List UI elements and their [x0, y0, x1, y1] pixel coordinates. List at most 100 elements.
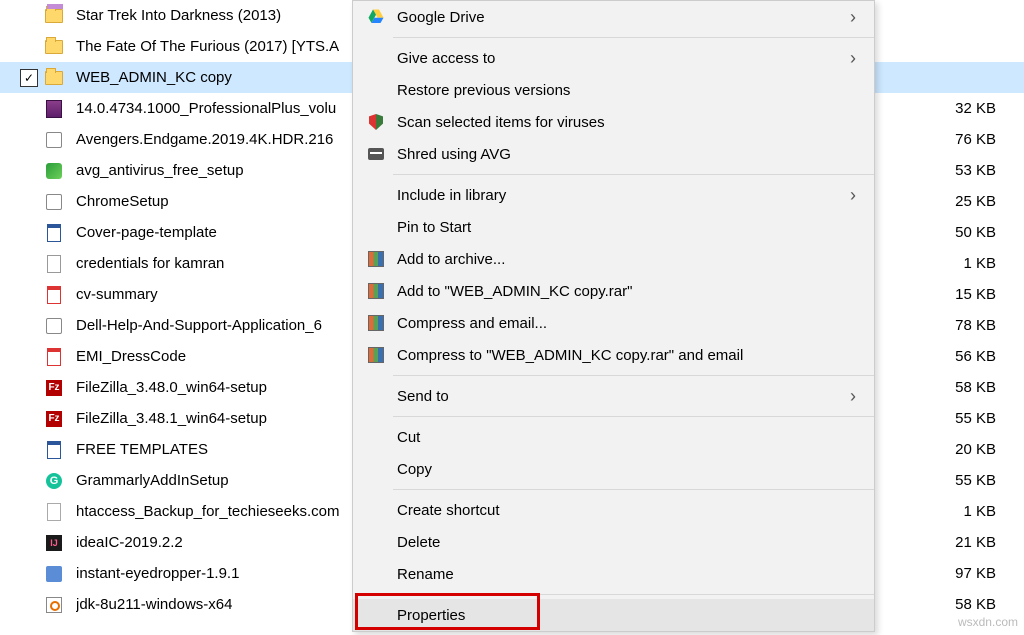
menu-label: Compress and email... [397, 315, 547, 332]
app-icon [44, 316, 64, 336]
chevron-right-icon: › [850, 185, 856, 206]
books-icon [365, 248, 387, 270]
blank-icon [365, 216, 387, 238]
pdf-icon [44, 347, 64, 367]
menu-scan-viruses[interactable]: Scan selected items for viruses [353, 106, 874, 138]
file-name: htaccess_Backup_for_techieseeks.com [76, 503, 339, 520]
menu-label: Add to archive... [397, 251, 505, 268]
file-size [926, 31, 996, 62]
menu-restore-previous[interactable]: Restore previous versions [353, 74, 874, 106]
file-name: ideaIC-2019.2.2 [76, 534, 183, 551]
menu-label: Give access to [397, 50, 495, 67]
menu-compress-email[interactable]: Compress and email... [353, 307, 874, 339]
file-size: 55 KB [926, 403, 996, 434]
menu-label: Compress to "WEB_ADMIN_KC copy.rar" and … [397, 347, 743, 364]
books-icon [365, 344, 387, 366]
menu-add-to-rar[interactable]: Add to "WEB_ADMIN_KC copy.rar" [353, 275, 874, 307]
chevron-right-icon: › [850, 7, 856, 28]
blank-icon [365, 385, 387, 407]
blank-icon [365, 184, 387, 206]
menu-label: Restore previous versions [397, 82, 570, 99]
file-size: 15 KB [926, 279, 996, 310]
file-name: ChromeSetup [76, 193, 169, 210]
file-name: jdk-8u211-windows-x64 [76, 596, 232, 613]
file-size: 20 KB [926, 434, 996, 465]
menu-label: Pin to Start [397, 219, 471, 236]
file-size: 50 KB [926, 217, 996, 248]
rar-icon [44, 99, 64, 119]
menu-label: Delete [397, 534, 440, 551]
file-size [926, 62, 996, 93]
menu-label: Rename [397, 566, 454, 583]
eye-icon [44, 564, 64, 584]
file-size: 56 KB [926, 341, 996, 372]
doc-icon [44, 440, 64, 460]
blank-icon [365, 426, 387, 448]
shield-icon [365, 111, 387, 133]
menu-label: Shred using AVG [397, 146, 511, 163]
menu-add-archive[interactable]: Add to archive... [353, 243, 874, 275]
menu-create-shortcut[interactable]: Create shortcut [353, 494, 874, 526]
menu-rename[interactable]: Rename [353, 558, 874, 590]
file-name: credentials for kamran [76, 255, 224, 272]
java-icon [44, 595, 64, 615]
menu-give-access[interactable]: Give access to › [353, 42, 874, 74]
menu-cut[interactable]: Cut [353, 421, 874, 453]
folder-icon [44, 37, 64, 57]
blank-icon [365, 47, 387, 69]
avg-icon [44, 161, 64, 181]
pdf-icon [44, 285, 64, 305]
file-size: 97 KB [926, 558, 996, 589]
menu-separator [393, 489, 874, 490]
file-size: 32 KB [926, 93, 996, 124]
context-menu: Google Drive › Give access to › Restore … [352, 0, 875, 632]
menu-delete[interactable]: Delete [353, 526, 874, 558]
chevron-right-icon: › [850, 386, 856, 407]
file-name: cv-summary [76, 286, 158, 303]
app-icon [44, 192, 64, 212]
menu-send-to[interactable]: Send to › [353, 380, 874, 412]
file-size: 78 KB [926, 310, 996, 341]
menu-separator [393, 594, 874, 595]
watermark: wsxdn.com [958, 615, 1018, 629]
checkbox[interactable]: ✓ [20, 69, 38, 87]
menu-label: Include in library [397, 187, 506, 204]
menu-copy[interactable]: Copy [353, 453, 874, 485]
size-column: 32 KB76 KB53 KB25 KB50 KB1 KB15 KB78 KB5… [926, 0, 996, 620]
menu-shred-avg[interactable]: Shred using AVG [353, 138, 874, 170]
menu-separator [393, 37, 874, 38]
file-size: 58 KB [926, 372, 996, 403]
books-icon [365, 280, 387, 302]
shredder-icon [365, 143, 387, 165]
menu-google-drive[interactable]: Google Drive › [353, 1, 874, 33]
menu-compress-to-email[interactable]: Compress to "WEB_ADMIN_KC copy.rar" and … [353, 339, 874, 371]
file-size: 76 KB [926, 124, 996, 155]
menu-label: Send to [397, 388, 449, 405]
file-name: The Fate Of The Furious (2017) [YTS.A [76, 38, 339, 55]
file-size: 1 KB [926, 248, 996, 279]
menu-separator [393, 416, 874, 417]
doc-icon [44, 223, 64, 243]
menu-label: Properties [397, 607, 465, 624]
file-name: FileZilla_3.48.1_win64-setup [76, 410, 267, 427]
books-icon [365, 312, 387, 334]
menu-properties[interactable]: Properties [353, 599, 874, 631]
docr-icon [44, 254, 64, 274]
google-drive-icon [365, 6, 387, 28]
file-size: 1 KB [926, 496, 996, 527]
file-name: Avengers.Endgame.2019.4K.HDR.216 [76, 131, 333, 148]
ij-icon: IJ [44, 533, 64, 553]
blank-icon [365, 79, 387, 101]
menu-include-library[interactable]: Include in library › [353, 179, 874, 211]
file-name: instant-eyedropper-1.9.1 [76, 565, 239, 582]
menu-pin-start[interactable]: Pin to Start [353, 211, 874, 243]
menu-separator [393, 375, 874, 376]
chevron-right-icon: › [850, 48, 856, 69]
file-name: 14.0.4734.1000_ProfessionalPlus_volu [76, 100, 336, 117]
menu-label: Copy [397, 461, 432, 478]
menu-separator [393, 174, 874, 175]
file-name: Dell-Help-And-Support-Application_6 [76, 317, 322, 334]
file-size: 53 KB [926, 155, 996, 186]
file-name: Star Trek Into Darkness (2013) [76, 7, 281, 24]
menu-label: Scan selected items for viruses [397, 114, 605, 131]
